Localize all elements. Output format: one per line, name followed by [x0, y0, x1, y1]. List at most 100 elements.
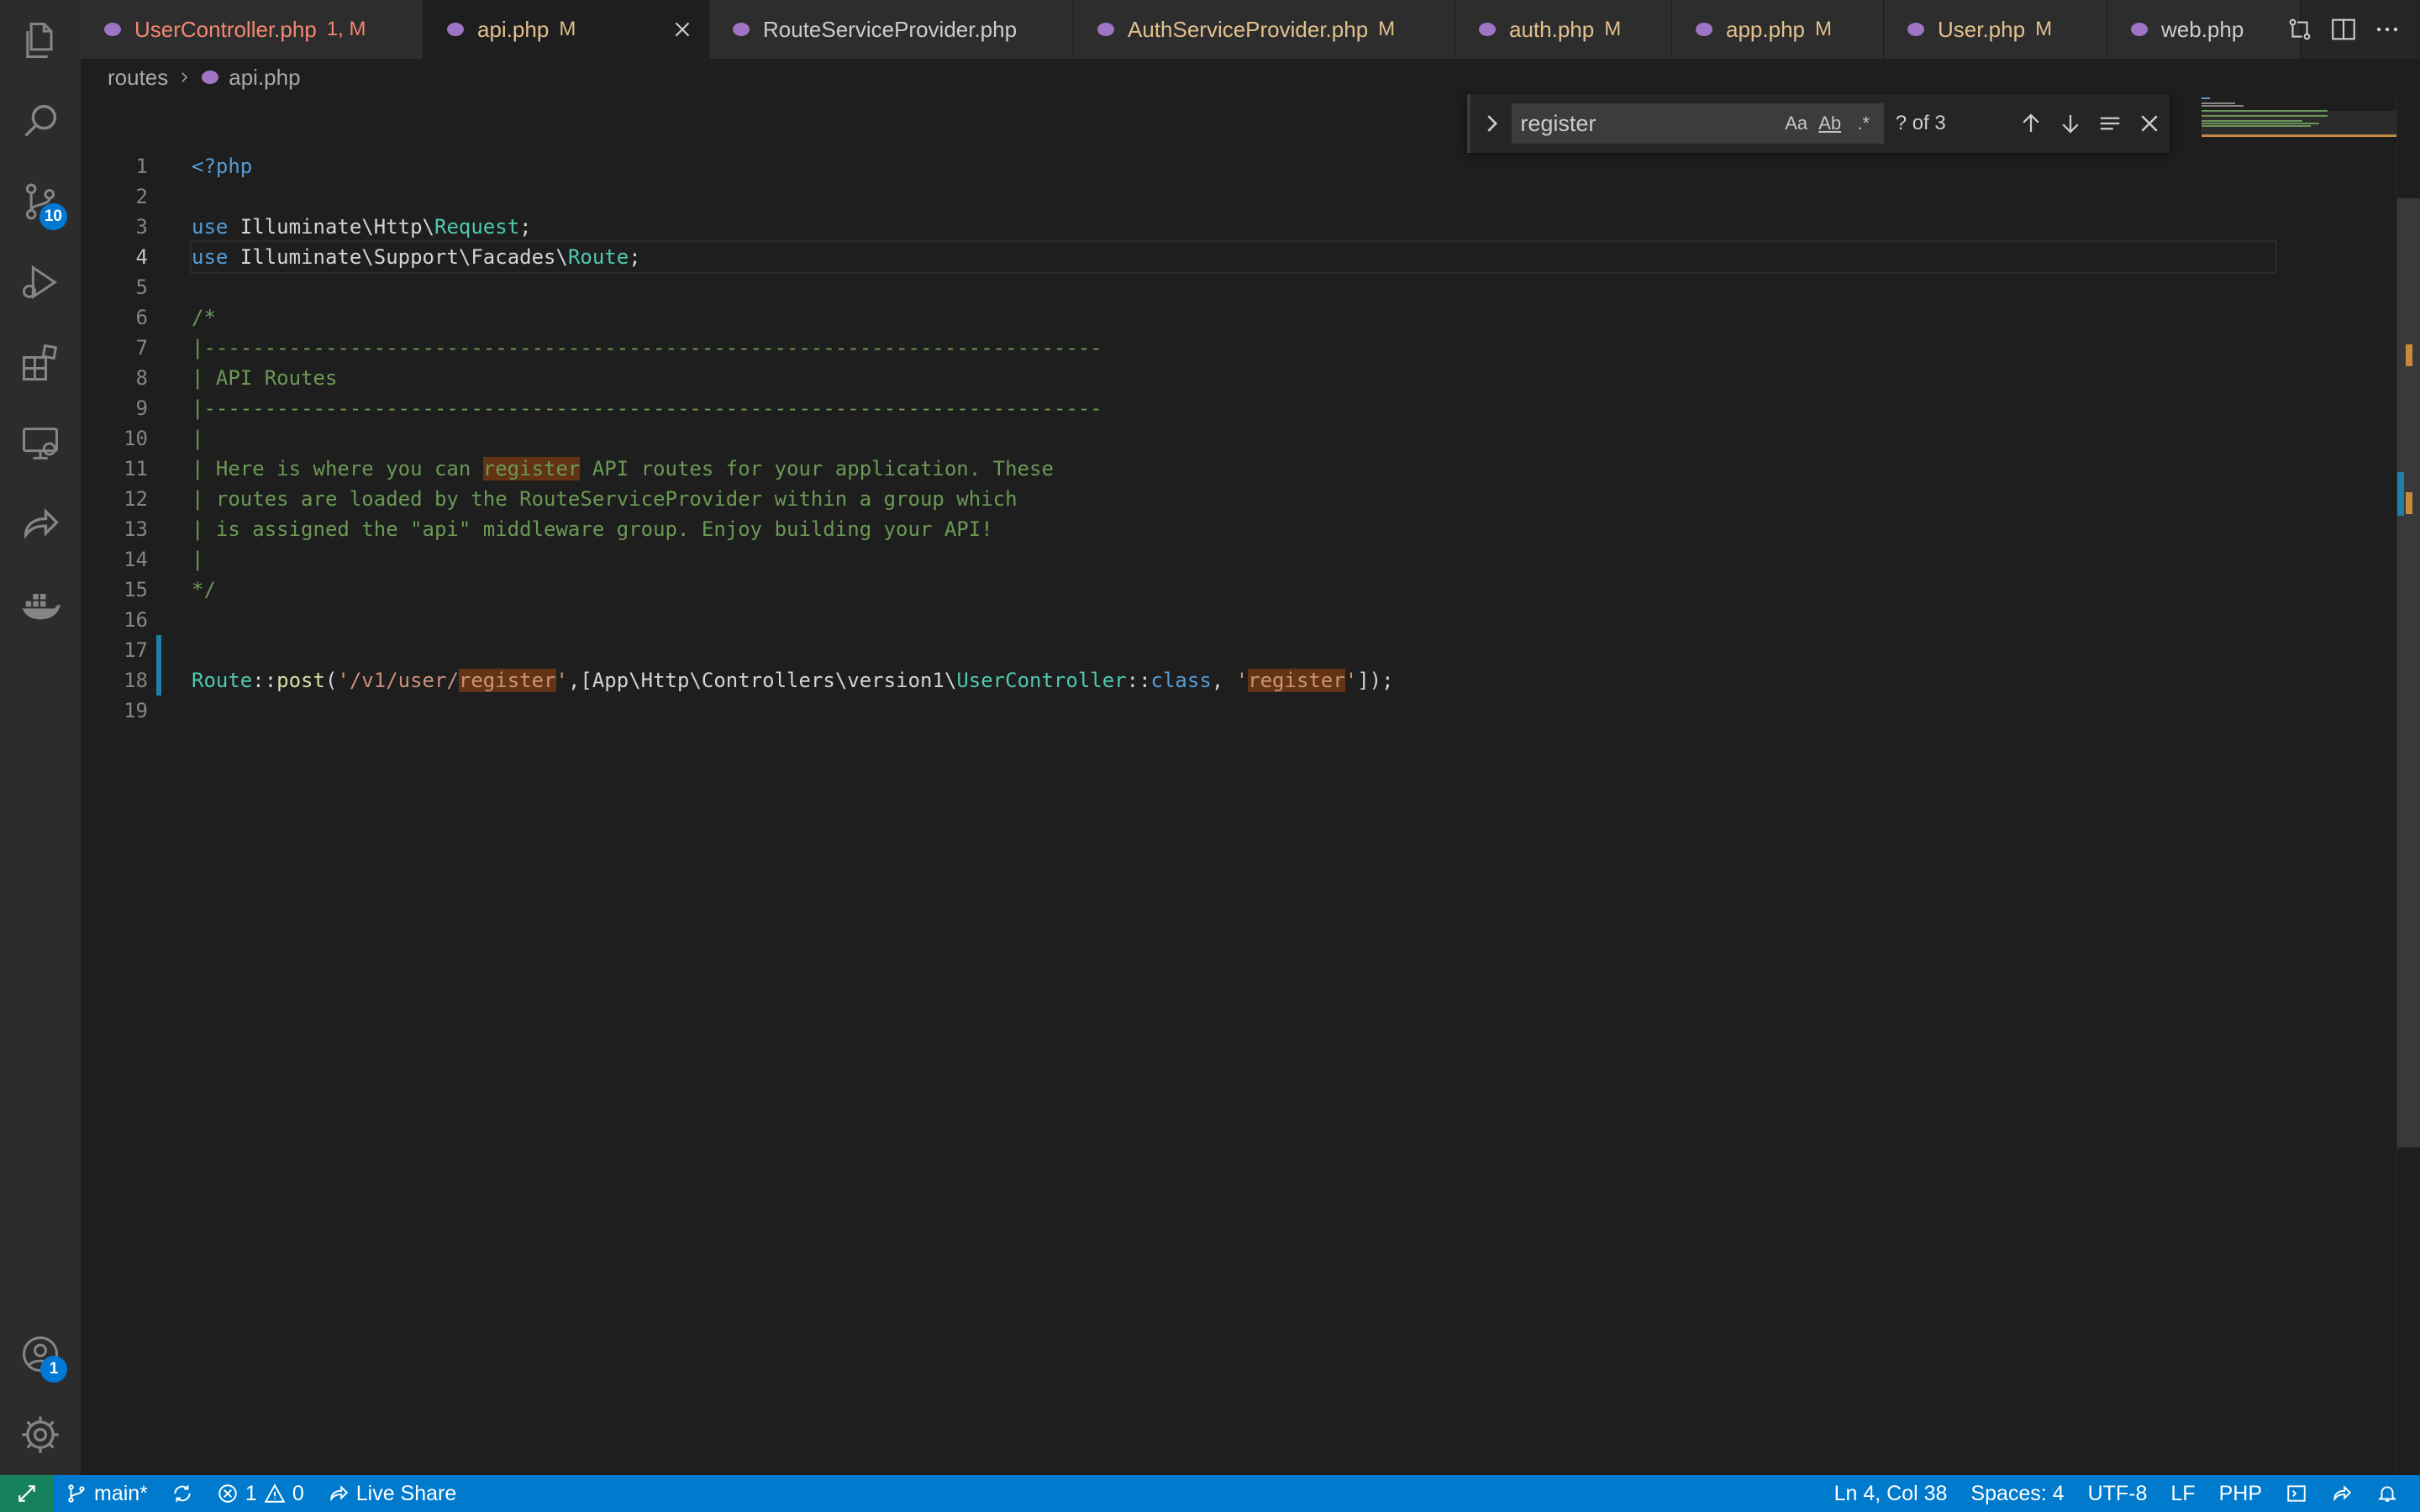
match-count: ? of 3 — [1895, 112, 1946, 134]
tab-api[interactable]: api.php M — [424, 0, 709, 59]
line-number: 10 — [124, 427, 148, 450]
encoding[interactable]: UTF-8 — [2076, 1475, 2160, 1512]
find-in-selection-button[interactable] — [2091, 103, 2130, 144]
close-icon — [2141, 115, 2159, 132]
language-mode[interactable]: PHP — [2207, 1475, 2274, 1512]
php-elephant-icon — [1907, 23, 1924, 36]
code-line: | routes are loaded by the RouteServiceP… — [192, 487, 1018, 511]
split-editor-icon[interactable] — [2329, 15, 2358, 44]
php-elephant-icon — [1097, 23, 1114, 36]
tab-authserviceprovider[interactable]: AuthServiceProvider.php M — [1074, 0, 1455, 59]
line-number-gutter: 1 2 3 4 5 6 7 8 9 10 11 12 13 14 15 16 17 18 19 — [81, 151, 182, 726]
tab-routeserviceprovider[interactable]: RouteServiceProvider.php — [709, 0, 1074, 59]
php-elephant-icon — [104, 23, 121, 36]
line-number: 13 — [124, 517, 148, 541]
line-number: 4 — [135, 245, 148, 269]
vertical-scrollbar[interactable] — [2396, 92, 2420, 1475]
minimap[interactable] — [2202, 92, 2403, 160]
line-number: 17 — [124, 638, 148, 662]
line-number: 19 — [124, 699, 148, 722]
use-regex-toggle[interactable]: .* — [1850, 110, 1877, 137]
problems-indicator[interactable]: 1 0 — [205, 1475, 316, 1512]
source-control-icon[interactable]: 10 — [0, 161, 81, 242]
accounts-icon[interactable]: 1 — [0, 1314, 81, 1394]
live-share-feedback[interactable] — [2319, 1475, 2365, 1512]
chevron-right-icon — [182, 72, 188, 82]
indentation[interactable]: Spaces: 4 — [1959, 1475, 2075, 1512]
find-input[interactable]: register Aa Ab .* — [1512, 103, 1884, 144]
line-number: 6 — [135, 306, 148, 329]
end-of-line[interactable]: LF — [2159, 1475, 2207, 1512]
previous-match-button[interactable] — [2011, 103, 2050, 144]
live-share-status[interactable]: Live Share — [316, 1475, 469, 1512]
compare-changes-icon[interactable] — [2286, 15, 2314, 44]
breadcrumb: routes api.php — [108, 62, 301, 92]
match-case-toggle[interactable]: Aa — [1783, 110, 1810, 137]
notifications[interactable] — [2365, 1475, 2410, 1512]
live-share-icon[interactable] — [0, 484, 81, 564]
tab-app[interactable]: app.php M — [1672, 0, 1884, 59]
status-bar: main* 1 0 Live Share Ln 4, Col 38 Spaces… — [0, 1475, 2420, 1512]
run-debug-icon[interactable] — [0, 242, 81, 323]
branch-indicator[interactable]: main* — [54, 1475, 160, 1512]
search-icon[interactable] — [0, 81, 81, 161]
code-line: | Here is where you can register API rou… — [192, 457, 1054, 480]
php-elephant-icon — [1479, 23, 1496, 36]
match-whole-word-toggle[interactable]: Ab — [1817, 110, 1844, 137]
terminal-toggle[interactable] — [2274, 1475, 2319, 1512]
line-number: 3 — [135, 215, 148, 239]
activity-bar: 10 1 — [0, 0, 81, 1475]
line-number: 16 — [124, 608, 148, 632]
cursor-position[interactable]: Ln 4, Col 38 — [1823, 1475, 1960, 1512]
modified-line-indicator — [156, 635, 161, 696]
more-actions-icon[interactable] — [2373, 15, 2402, 44]
code-line: use Illuminate\Http\Request; — [192, 215, 532, 239]
breadcrumb-folder[interactable]: routes — [108, 65, 168, 91]
tab-user[interactable]: User.php M — [1884, 0, 2107, 59]
explorer-icon[interactable] — [0, 0, 81, 81]
close-icon[interactable] — [671, 18, 693, 40]
close-find-button[interactable] — [2130, 103, 2170, 144]
live-share-icon — [330, 1485, 348, 1502]
breadcrumb-file[interactable]: api.php — [229, 65, 300, 91]
scrollbar-thumb[interactable] — [2397, 198, 2420, 1147]
sync-button[interactable] — [160, 1475, 205, 1512]
code-content[interactable]: <?php use Illuminate\Http\Request; use I… — [190, 151, 2277, 726]
modified-marker — [2397, 472, 2404, 516]
code-line: | — [192, 427, 204, 450]
code-editor[interactable]: 1 2 3 4 5 6 7 8 9 10 11 12 13 14 15 16 17 18 19 <?php use … — [81, 92, 2420, 1475]
sync-icon — [174, 1485, 191, 1502]
remote-explorer-icon[interactable] — [0, 403, 81, 484]
code-line: | API Routes — [192, 366, 338, 390]
code-line-current: use Illuminate\Support\Facades\Route; — [190, 240, 2277, 274]
match-marker — [2406, 344, 2412, 366]
code-line: /* — [192, 306, 216, 329]
accounts-badge: 1 — [40, 1356, 67, 1383]
line-number: 1 — [135, 155, 148, 178]
docker-icon[interactable] — [0, 564, 81, 645]
find-widget: register Aa Ab .* ? of 3 — [1467, 94, 2170, 153]
tab-auth[interactable]: auth.php M — [1455, 0, 1672, 59]
remote-indicator[interactable] — [0, 1475, 54, 1512]
php-elephant-icon — [202, 71, 219, 84]
git-branch-icon — [68, 1484, 85, 1503]
arrow-down-icon — [2062, 115, 2079, 134]
line-number: 12 — [124, 487, 148, 511]
warning-icon — [264, 1483, 286, 1503]
line-number: 5 — [135, 276, 148, 299]
extensions-icon[interactable] — [0, 323, 81, 403]
tab-web[interactable]: web.php — [2107, 0, 2301, 59]
settings-gear-icon[interactable] — [0, 1394, 81, 1475]
php-elephant-icon — [2131, 23, 2148, 36]
tab-usercontroller[interactable]: UserController.php 1, M — [81, 0, 424, 59]
toggle-replace-chevron-icon[interactable] — [1477, 108, 1507, 139]
line-number: 18 — [124, 669, 148, 692]
broadcast-icon — [2333, 1485, 2352, 1502]
next-match-button[interactable] — [2050, 103, 2090, 144]
code-line: */ — [192, 578, 216, 601]
